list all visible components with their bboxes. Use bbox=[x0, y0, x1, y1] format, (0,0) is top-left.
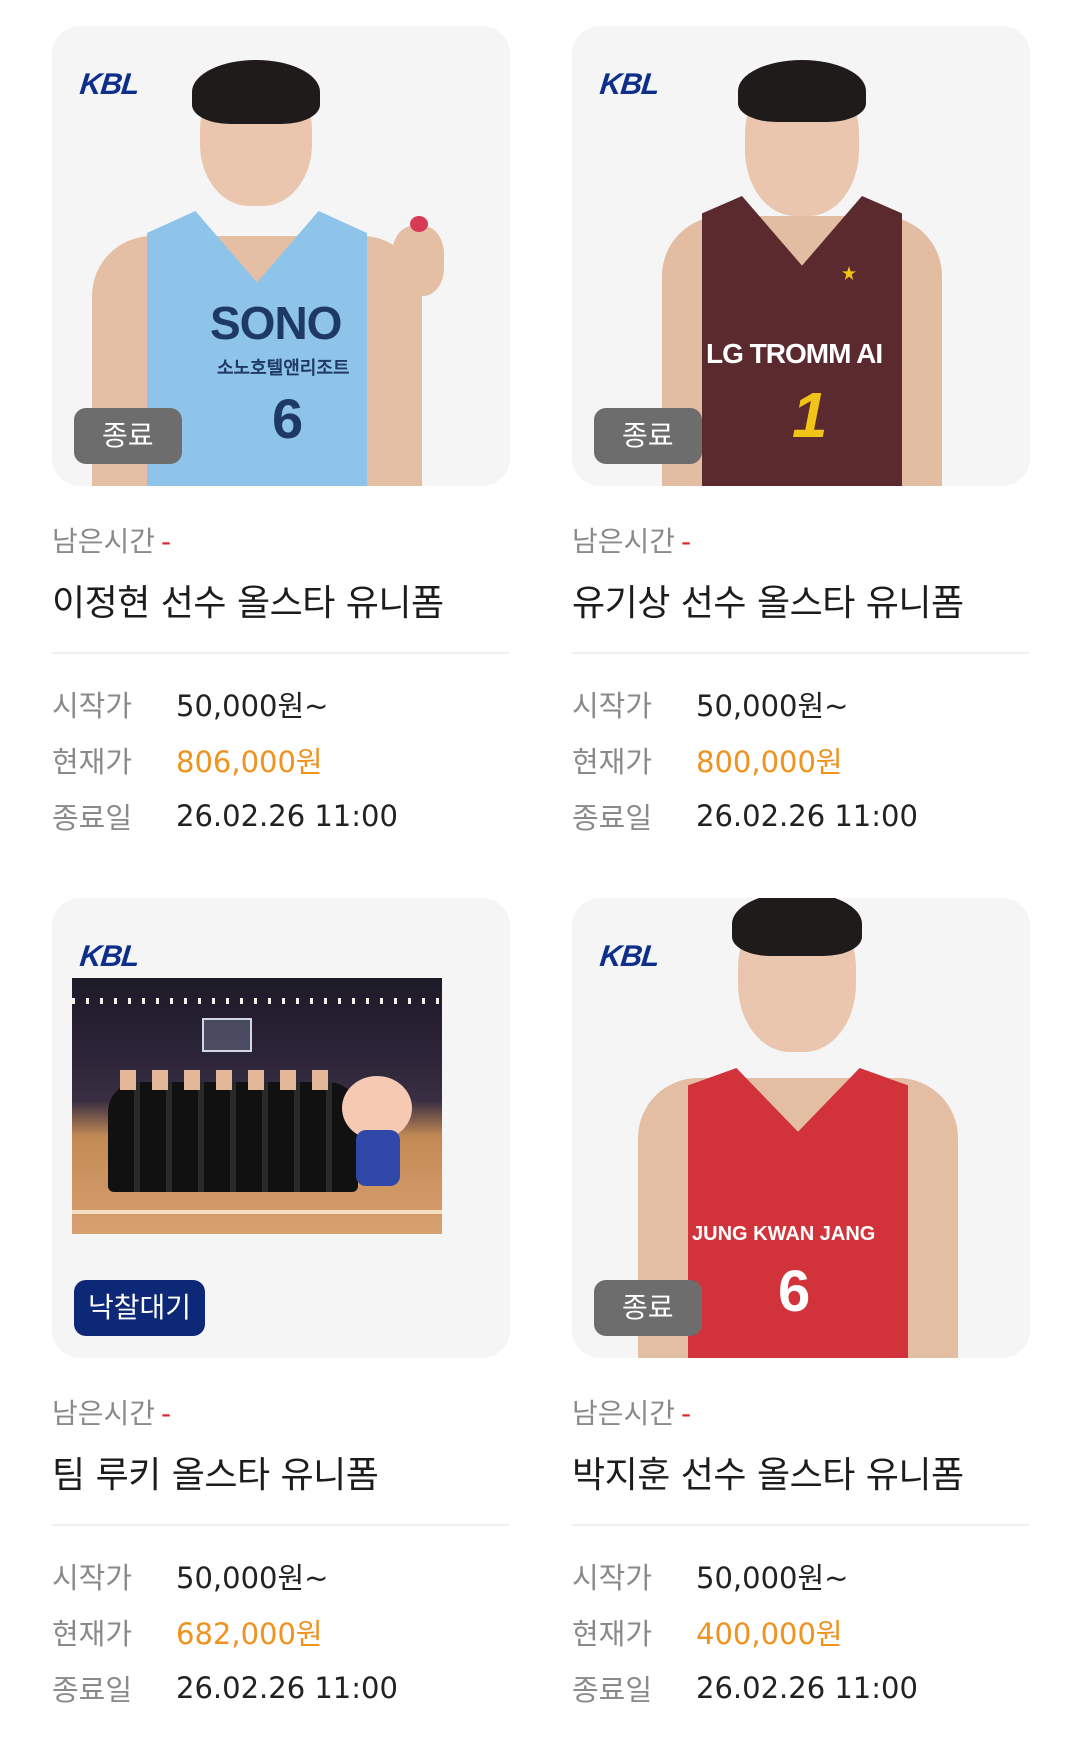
end-date-value: 26.02.26 11:00 bbox=[176, 1671, 398, 1705]
divider bbox=[52, 1524, 510, 1526]
end-date-label: 종료일 bbox=[572, 801, 653, 835]
item-thumbnail[interactable]: JUNG KWAN JANG 6 KBL 종료 bbox=[572, 898, 1030, 1358]
status-badge: 종료 bbox=[594, 408, 702, 464]
remaining-time: 남은시간 - bbox=[52, 1396, 510, 1432]
remaining-time-label: 남은시간 bbox=[572, 1397, 676, 1430]
auction-grid: SONO 소노호텔앤리조트 6 KBL 종료 남은시간 - 이정현 선수 올스타 … bbox=[0, 0, 1080, 1743]
start-price-label: 시작가 bbox=[572, 689, 653, 723]
remaining-time-label: 남은시간 bbox=[572, 525, 676, 558]
jersey-number: 1 bbox=[792, 379, 828, 451]
price-info: 시작가 50,000원~ 현재가 806,000원 종료일 26.02.26 11:0… bbox=[52, 676, 510, 844]
current-price-label: 현재가 bbox=[52, 1617, 133, 1651]
current-price-label: 현재가 bbox=[572, 1617, 653, 1651]
item-thumbnail[interactable]: SONO 소노호텔앤리조트 6 KBL 종료 bbox=[52, 26, 510, 486]
item-title[interactable]: 팀 루키 올스타 유니폼 bbox=[52, 1452, 510, 1500]
end-date-value: 26.02.26 11:00 bbox=[696, 799, 918, 833]
start-price-value: 50,000원~ bbox=[176, 1561, 329, 1595]
end-date-label: 종료일 bbox=[52, 1673, 133, 1707]
current-price-label: 현재가 bbox=[52, 745, 133, 779]
kbl-logo: KBL bbox=[78, 68, 141, 101]
item-title[interactable]: 이정현 선수 올스타 유니폼 bbox=[52, 580, 510, 628]
kbl-logo: KBL bbox=[598, 940, 661, 973]
current-price-label: 현재가 bbox=[572, 745, 653, 779]
start-price-label: 시작가 bbox=[52, 689, 133, 723]
end-date-value: 26.02.26 11:00 bbox=[696, 1671, 918, 1705]
current-price-value: 682,000원 bbox=[176, 1617, 323, 1651]
item-title[interactable]: 박지훈 선수 올스타 유니폼 bbox=[572, 1452, 1030, 1500]
item-title[interactable]: 유기상 선수 올스타 유니폼 bbox=[572, 580, 1030, 628]
heart-icon bbox=[410, 216, 428, 232]
auction-card[interactable]: KBL 낙찰대기 남은시간 - 팀 루키 올스타 유니폼 시작가 50,000원~ … bbox=[52, 898, 510, 1716]
current-price-value: 800,000원 bbox=[696, 745, 843, 779]
divider bbox=[52, 652, 510, 654]
status-badge: 종료 bbox=[594, 1280, 702, 1336]
price-info: 시작가 50,000원~ 현재가 400,000원 종료일 26.02.26 11:0… bbox=[572, 1548, 1030, 1716]
start-price-value: 50,000원~ bbox=[696, 689, 849, 723]
start-price-label: 시작가 bbox=[572, 1561, 653, 1595]
item-thumbnail[interactable]: KBL 낙찰대기 bbox=[52, 898, 510, 1358]
remaining-time-label: 남은시간 bbox=[52, 525, 156, 558]
jersey-sub-text: 소노호텔앤리조트 bbox=[217, 358, 350, 378]
remaining-time: 남은시간 - bbox=[572, 524, 1030, 560]
current-price-value: 400,000원 bbox=[696, 1617, 843, 1651]
price-info: 시작가 50,000원~ 현재가 800,000원 종료일 26.02.26 11:0… bbox=[572, 676, 1030, 844]
jersey-brand-text: JUNG KWAN JANG bbox=[692, 1223, 876, 1245]
divider bbox=[572, 652, 1030, 654]
remaining-time: 남은시간 - bbox=[572, 1396, 1030, 1432]
auction-card[interactable]: JUNG KWAN JANG 6 KBL 종료 남은시간 - 박지훈 선수 올스타… bbox=[572, 898, 1030, 1716]
remaining-time-label: 남은시간 bbox=[52, 1397, 156, 1430]
team-photo bbox=[72, 978, 442, 1234]
jersey-brand-text: SONO bbox=[210, 297, 342, 349]
remaining-time-value: - bbox=[161, 525, 172, 558]
auction-card[interactable]: SONO 소노호텔앤리조트 6 KBL 종료 남은시간 - 이정현 선수 올스타 … bbox=[52, 26, 510, 844]
start-price-value: 50,000원~ bbox=[176, 689, 329, 723]
auction-card[interactable]: LG TROMM AI 1 KBL 종료 남은시간 - 유기상 선수 올스타 유니… bbox=[572, 26, 1030, 844]
end-date-label: 종료일 bbox=[52, 801, 133, 835]
end-date-label: 종료일 bbox=[572, 1673, 653, 1707]
team-players bbox=[108, 1082, 358, 1192]
remaining-time: 남은시간 - bbox=[52, 524, 510, 560]
start-price-value: 50,000원~ bbox=[696, 1561, 849, 1595]
remaining-time-value: - bbox=[161, 1397, 172, 1430]
end-date-value: 26.02.26 11:00 bbox=[176, 799, 398, 833]
start-price-label: 시작가 bbox=[52, 1561, 133, 1595]
item-thumbnail[interactable]: LG TROMM AI 1 KBL 종료 bbox=[572, 26, 1030, 486]
remaining-time-value: - bbox=[681, 1397, 692, 1430]
divider bbox=[572, 1524, 1030, 1526]
status-badge: 종료 bbox=[74, 408, 182, 464]
jersey-number: 6 bbox=[778, 1259, 811, 1324]
price-info: 시작가 50,000원~ 현재가 682,000원 종료일 26.02.26 11:0… bbox=[52, 1548, 510, 1716]
kbl-logo: KBL bbox=[78, 940, 141, 973]
jersey-brand-text: LG TROMM AI bbox=[706, 338, 883, 369]
remaining-time-value: - bbox=[681, 525, 692, 558]
kbl-logo: KBL bbox=[598, 68, 661, 101]
jersey-number: 6 bbox=[272, 387, 304, 450]
status-badge: 낙찰대기 bbox=[74, 1280, 206, 1336]
basketball-hoop bbox=[202, 1018, 252, 1052]
current-price-value: 806,000원 bbox=[176, 745, 323, 779]
